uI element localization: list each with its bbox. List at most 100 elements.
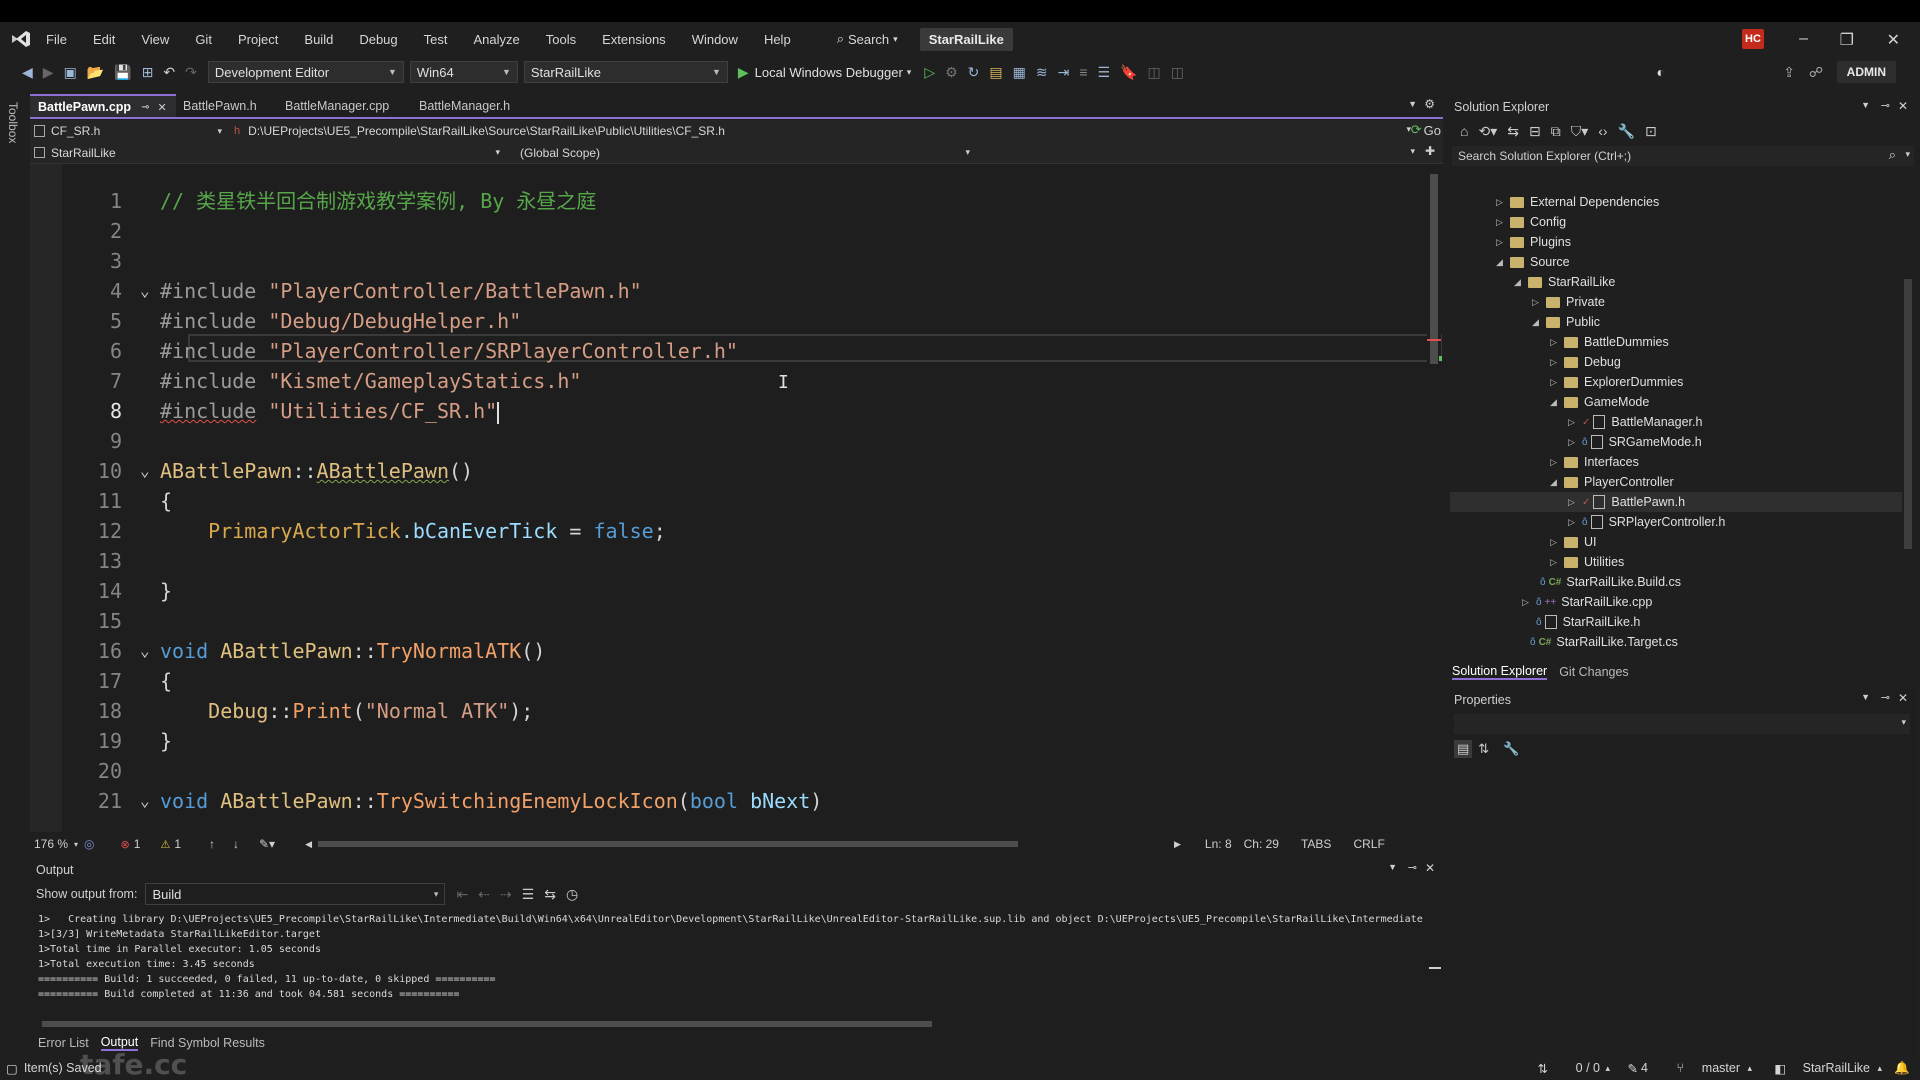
filter-icon[interactable]: ⛉▾ — [1571, 123, 1589, 140]
menu-edit[interactable]: Edit — [93, 32, 115, 47]
search-menu-button[interactable]: ⌕ Search ▾ — [837, 31, 898, 47]
repo-icon[interactable]: ◧ — [1774, 1061, 1786, 1076]
tree-item[interactable]: ▷ Interfaces — [1550, 452, 1639, 472]
collapse-icon[interactable]: ◢ — [1532, 317, 1546, 328]
fold-chevron-icon[interactable]: ⌄ — [140, 636, 150, 666]
project-scope-combo[interactable]: StarRailLike ▾ — [30, 146, 500, 160]
cursor-line[interactable]: Ln: 8 — [1205, 837, 1232, 851]
cursor-column[interactable]: Ch: 29 — [1244, 837, 1279, 851]
expand-icon[interactable]: ▷ — [1568, 517, 1582, 528]
sync-changes-icon[interactable]: ⇅ — [1538, 1061, 1548, 1076]
tree-item[interactable]: ◢ StarRailLike — [1514, 272, 1615, 292]
tab-battlepawn-cpp[interactable]: BattlePawn.cpp ⊸ ✕ — [30, 94, 176, 118]
go-button[interactable]: ⟳ Go — [1411, 122, 1441, 138]
tab-battlemanager-h[interactable]: BattleManager.h — [411, 94, 518, 118]
uncomment-icon[interactable]: ☰ — [1098, 64, 1111, 81]
tree-item[interactable]: ô C# StarRailLike.Target.cs — [1530, 632, 1678, 652]
expand-icon[interactable]: ▷ — [1568, 497, 1582, 508]
chevron-up-icon[interactable]: ▴ — [1877, 1063, 1882, 1074]
indent-mode[interactable]: TABS — [1301, 837, 1331, 851]
save-icon[interactable]: 💾 — [114, 64, 131, 81]
pin-icon[interactable]: ⊸ — [141, 102, 149, 113]
collapse-all-icon[interactable]: ⊟ — [1529, 123, 1541, 140]
menu-debug[interactable]: Debug — [359, 32, 397, 47]
tree-item[interactable]: ô StarRailLike.h — [1536, 612, 1640, 632]
chevron-up-icon[interactable]: ▴ — [1747, 1063, 1752, 1074]
expand-icon[interactable]: ▷ — [1532, 297, 1546, 308]
solution-search-box[interactable]: Search Solution Explorer (Ctrl+;) ⌕ ▾ — [1452, 146, 1914, 166]
editor-vertical-scrollbar[interactable] — [1427, 164, 1442, 784]
new-project-icon[interactable]: ▣ — [64, 64, 77, 81]
clear-all-icon[interactable]: ☰ — [522, 886, 535, 903]
menu-test[interactable]: Test — [424, 32, 448, 47]
horizontal-scrollbar[interactable] — [318, 840, 1168, 848]
close-panel-icon[interactable]: ✕ — [1425, 861, 1435, 875]
fold-chevron-icon[interactable]: ⌄ — [140, 276, 150, 306]
forward-icon[interactable]: ▶ — [43, 64, 54, 81]
bookmark-icon[interactable]: 🔖 — [1120, 64, 1137, 81]
menu-git[interactable]: Git — [195, 32, 212, 47]
expand-icon[interactable]: ▷ — [1550, 357, 1564, 368]
tree-item[interactable]: ◢ GameMode — [1550, 392, 1649, 412]
tab-overflow-icon[interactable]: ▼ — [1408, 99, 1417, 109]
close-panel-icon[interactable]: ✕ — [1898, 691, 1908, 705]
scrollbar-thumb[interactable] — [1904, 279, 1912, 549]
output-horizontal-scrollbar[interactable] — [38, 1020, 1418, 1028]
solution-explorer-scrollbar[interactable] — [1902, 194, 1914, 656]
chevron-down-icon[interactable]: ▾ — [1905, 149, 1910, 160]
word-wrap-icon[interactable]: ⇆ — [544, 886, 556, 903]
expand-icon[interactable]: ▷ — [1550, 537, 1564, 548]
pin-icon[interactable]: ⊸ — [1881, 99, 1890, 112]
expand-icon[interactable]: ▷ — [1550, 557, 1564, 568]
split-icon[interactable]: ▾ — [1410, 146, 1415, 157]
save-all-icon[interactable]: ⊞ — [142, 64, 154, 81]
menu-extensions[interactable]: Extensions — [602, 32, 666, 47]
tree-item[interactable]: ▷ Plugins — [1496, 232, 1571, 252]
tree-item[interactable]: ▷ BattleDummies — [1550, 332, 1669, 352]
scroll-right-icon[interactable]: ▶ — [1174, 839, 1181, 850]
tree-item[interactable]: ▷ Config — [1496, 212, 1566, 232]
settings-gear-icon[interactable]: ⚙ — [1424, 97, 1435, 111]
undo-icon[interactable]: ↶ — [163, 64, 175, 81]
close-window-icon[interactable]: ✕ — [1887, 30, 1900, 50]
close-tab-icon[interactable]: ✕ — [157, 101, 166, 114]
expand-icon[interactable]: ▷ — [1522, 597, 1536, 608]
tree-item[interactable]: ◢ Public — [1532, 312, 1600, 332]
tree-item[interactable]: ▷ ô SRGameMode.h — [1568, 432, 1702, 452]
expand-icon[interactable]: ▷ — [1496, 217, 1510, 228]
expand-icon[interactable]: ▷ — [1550, 337, 1564, 348]
tab-git-changes[interactable]: Git Changes — [1559, 665, 1628, 679]
menu-build[interactable]: Build — [304, 32, 333, 47]
pin-icon[interactable]: ⊸ — [1881, 691, 1890, 704]
tree-item[interactable]: ◢ Source — [1496, 252, 1570, 272]
restore-icon[interactable]: ❐ — [1840, 30, 1854, 50]
home-icon[interactable]: ⌂ — [1460, 123, 1468, 139]
tree-item[interactable]: ◢ PlayerController — [1550, 472, 1674, 492]
zoom-level[interactable]: 176 % — [34, 837, 68, 851]
redo-icon[interactable]: ↷ — [185, 64, 197, 81]
properties-object-select[interactable]: ▾ — [1454, 714, 1910, 734]
tab-battlepawn-h[interactable]: BattlePawn.h — [175, 94, 265, 118]
tree-item[interactable]: ▷ UI — [1550, 532, 1597, 552]
collapse-icon[interactable]: ◢ — [1496, 257, 1510, 268]
collapse-icon[interactable]: ◢ — [1550, 477, 1564, 488]
property-pages-icon[interactable]: 🔧 — [1503, 741, 1519, 757]
branch-name[interactable]: master — [1702, 1061, 1740, 1075]
refresh-icon[interactable]: ↻ — [968, 64, 980, 81]
warning-icon[interactable]: ⚠ — [160, 838, 170, 851]
timestamp-icon[interactable]: ◷ — [566, 886, 578, 903]
chevron-down-icon[interactable]: ▼ — [1861, 692, 1870, 702]
expand-icon[interactable]: ▷ — [1550, 377, 1564, 388]
output-text[interactable]: 1> Creating library D:\UEProjects\UE5_Pr… — [38, 912, 1423, 1002]
expand-icon[interactable]: ▷ — [1496, 197, 1510, 208]
tree-item[interactable]: ▷ External Dependencies — [1496, 192, 1659, 212]
scroll-left-icon[interactable]: ◀ — [305, 839, 312, 850]
global-scope-combo[interactable]: (Global Scope) ▾ — [500, 146, 970, 160]
next-issue-icon[interactable]: ↓ — [233, 837, 239, 851]
bookmark-next-icon[interactable]: ◫ — [1171, 64, 1184, 81]
tab-battlemanager-cpp[interactable]: BattleManager.cpp — [277, 94, 397, 118]
search-icon[interactable]: ⌕ — [1889, 147, 1896, 163]
categorized-icon[interactable]: ▤ — [1454, 740, 1473, 758]
menu-tools[interactable]: Tools — [546, 32, 576, 47]
live-share-icon[interactable]: ⇪ — [1783, 64, 1795, 81]
